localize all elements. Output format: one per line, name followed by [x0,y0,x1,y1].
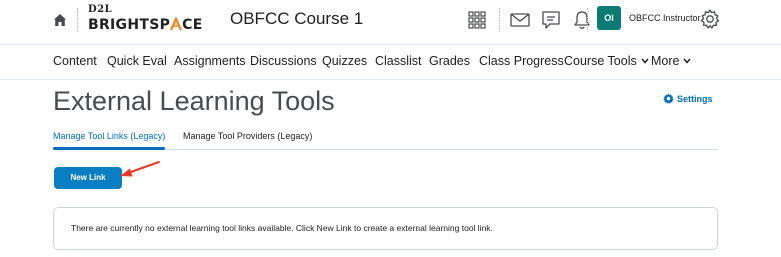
brightspace-logo[interactable]: D2L BRIGHTSP CE [88,4,210,36]
nav-classlist[interactable]: Classlist [375,54,422,68]
nav-class-progress[interactable]: Class Progress [479,54,564,68]
logo-text-left: BRIGHTSP [88,17,171,33]
nav-discussions[interactable]: Discussions [250,54,317,68]
logo-d2l-text: D2L [88,4,113,15]
nav-course-tools-label: Course Tools [564,54,637,68]
tab-list: Manage Tool Links (Legacy) Manage Tool P… [53,126,718,150]
nav-quizzes[interactable]: Quizzes [322,54,367,68]
nav-assignments[interactable]: Assignments [174,54,246,68]
settings-link[interactable]: Settings [663,93,713,104]
empty-state-text: There are currently no external learning… [71,223,493,233]
empty-state-message-box: There are currently no external learning… [53,207,718,250]
page-title: External Learning Tools [53,86,335,116]
header-divider [587,8,588,32]
chevron-down-icon [641,58,649,64]
settings-label: Settings [677,94,713,104]
nav-course-tools[interactable]: Course Tools [564,54,649,68]
nav-more-label: More [651,54,680,68]
avatar[interactable]: OI [597,6,621,30]
nav-content[interactable]: Content [53,54,97,68]
nav-grades[interactable]: Grades [429,54,470,68]
annotation-arrow-icon [120,161,160,177]
nav-more[interactable]: More [651,54,692,68]
home-icon[interactable] [52,12,68,28]
header-divider [77,8,78,32]
settings-gear-icon [663,93,674,104]
chat-bubble-icon[interactable] [540,9,562,31]
tab-manage-tool-links[interactable]: Manage Tool Links (Legacy) [53,131,165,141]
chevron-down-icon [683,58,692,64]
course-selector-grid-icon[interactable] [466,9,488,31]
nav-quick-eval[interactable]: Quick Eval [107,54,167,68]
tab-manage-tool-providers[interactable]: Manage Tool Providers (Legacy) [183,131,312,141]
notification-bell-icon[interactable] [571,9,593,31]
header-divider [499,8,500,32]
course-navbar: Content Quick Eval Assignments Discussio… [0,44,781,80]
message-envelope-icon[interactable] [509,9,531,31]
logo-a-mark [170,16,183,31]
active-tab-indicator [53,147,165,150]
course-title[interactable]: OBFCC Course 1 [230,9,363,29]
top-header: D2L BRIGHTSP CE OBFCC Course 1 OI OBFCC I… [0,0,781,44]
new-link-button[interactable]: New Link [54,167,122,189]
settings-gear-icon[interactable] [699,8,721,30]
logo-text-right: CE [182,17,203,33]
user-name[interactable]: OBFCC Instructor [629,13,701,23]
